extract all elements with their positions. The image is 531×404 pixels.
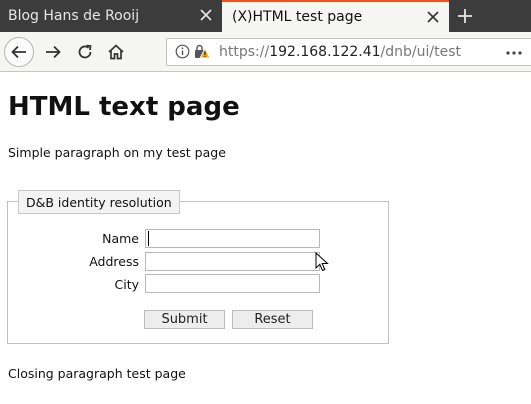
submit-button[interactable]: Submit xyxy=(144,310,225,329)
page-title: HTML text page xyxy=(8,92,240,122)
page-content: HTML text page Simple paragraph on my te… xyxy=(0,73,531,404)
name-label: Name xyxy=(102,231,139,246)
city-input[interactable] xyxy=(145,274,320,293)
intro-paragraph: Simple paragraph on my test page xyxy=(8,145,226,160)
text-caret xyxy=(148,231,149,246)
name-input[interactable] xyxy=(145,229,320,248)
url-bar[interactable]: https://192.168.122.41/dnb/ui/test xyxy=(166,38,531,66)
mouse-pointer-icon xyxy=(315,251,329,276)
plus-icon[interactable] xyxy=(449,0,481,32)
info-icon[interactable] xyxy=(175,44,190,63)
tab-strip: Blog Hans de Rooij (X)HTML test page xyxy=(0,0,531,32)
url-text: https://192.168.122.41/dnb/ui/test xyxy=(219,44,461,60)
city-label: City xyxy=(114,277,140,292)
address-label: Address xyxy=(89,254,139,269)
tab-blog[interactable]: Blog Hans de Rooij xyxy=(0,0,222,32)
close-icon[interactable] xyxy=(198,7,214,23)
tab-active[interactable]: (X)HTML test page xyxy=(222,0,449,32)
identity-form-fieldset: D&B identity resolution Name Address Cit… xyxy=(7,190,389,344)
forward-arrow-icon[interactable] xyxy=(38,37,68,67)
tab-title: Blog Hans de Rooij xyxy=(8,8,140,24)
closing-paragraph: Closing paragraph test page xyxy=(8,366,186,381)
url-scheme: https:// xyxy=(219,44,270,60)
close-icon[interactable] xyxy=(425,9,441,25)
home-icon[interactable] xyxy=(101,37,131,67)
reset-button[interactable]: Reset xyxy=(232,310,313,329)
url-host: 192.168.122.41 xyxy=(269,44,381,60)
form-legend: D&B identity resolution xyxy=(18,190,180,214)
back-arrow-icon[interactable] xyxy=(4,37,34,67)
page-actions-icon[interactable] xyxy=(505,45,525,64)
tab-title: (X)HTML test page xyxy=(232,9,363,25)
url-path: /dnb/ui/test xyxy=(380,44,461,60)
nav-bar: https://192.168.122.41/dnb/ui/test xyxy=(0,32,531,72)
lock-warning-icon[interactable] xyxy=(193,43,211,65)
address-input[interactable] xyxy=(145,252,320,271)
reload-icon[interactable] xyxy=(70,37,100,67)
